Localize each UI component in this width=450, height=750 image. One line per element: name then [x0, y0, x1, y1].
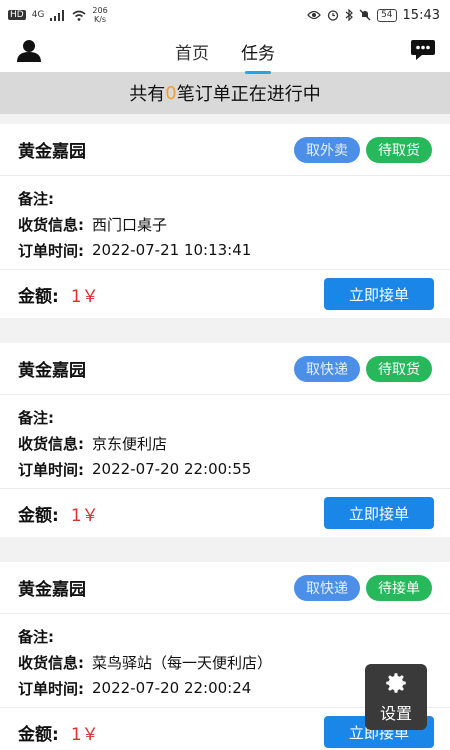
order-card-footer: 金额: 1￥ 立即接单 [0, 270, 450, 318]
order-type-badge: 取快递 [294, 355, 360, 382]
network-speed: 206 K/s [92, 6, 108, 24]
order-status-badge: 待取货 [366, 136, 432, 163]
recipient-label: 收货信息: [18, 215, 84, 234]
banner-prefix: 共有 [129, 84, 166, 105]
eye-icon [307, 10, 321, 20]
spacer [0, 114, 450, 124]
order-time-row: 订单时间: 2022-07-21 10:13:41 [18, 237, 432, 263]
order-type-badge: 取外卖 [294, 136, 360, 163]
chat-icon[interactable] [410, 38, 436, 62]
order-details: 备注: 收货信息: 京东便利店 订单时间: 2022-07-20 22:00:55 [0, 395, 450, 489]
store-name: 黄金嘉园 [18, 361, 86, 381]
note-label: 备注: [18, 408, 54, 427]
alarm-icon [327, 10, 339, 21]
hd-indicator: HD [8, 10, 26, 20]
top-navigation: 首页 任务 [0, 30, 450, 74]
amount-value: 1￥ [70, 505, 99, 526]
order-status-badge: 待接单 [366, 574, 432, 601]
order-time-value: 2022-07-20 22:00:24 [92, 679, 252, 697]
recipient-value: 西门口桌子 [92, 215, 168, 234]
recipient-row: 收货信息: 京东便利店 [18, 430, 432, 456]
order-time-label: 订单时间: [18, 460, 84, 479]
accept-order-button[interactable]: 立即接单 [324, 497, 434, 529]
spacer [0, 537, 450, 562]
tab-tasks[interactable]: 任务 [239, 39, 277, 74]
note-row: 备注: [18, 404, 432, 430]
signal-icon [50, 9, 65, 21]
recipient-value: 菜鸟驿站（每一天便利店） [92, 653, 273, 672]
order-card-header: 黄金嘉园 取快递 待接单 [0, 562, 450, 614]
order-card-footer: 金额: 1￥ 立即接单 [0, 489, 450, 537]
order-card: 黄金嘉园 取快递 待取货 备注: 收货信息: 京东便利店 订单时间: 2022-07… [0, 343, 450, 537]
bluetooth-icon [345, 9, 353, 21]
order-time-value: 2022-07-21 10:13:41 [92, 241, 252, 259]
tab-bar: 首页 任务 [173, 39, 277, 74]
gear-icon [386, 673, 406, 693]
banner-suffix: 笔订单正在进行中 [176, 84, 321, 105]
order-time-label: 订单时间: [18, 241, 84, 260]
recipient-label: 收货信息: [18, 653, 84, 672]
signal-indicator: 4G [31, 10, 45, 20]
order-time-label: 订单时间: [18, 679, 84, 698]
store-name: 黄金嘉园 [18, 580, 86, 600]
note-label: 备注: [18, 627, 54, 646]
amount-value: 1￥ [70, 286, 99, 307]
recipient-value: 京东便利店 [92, 434, 168, 453]
recipient-label: 收货信息: [18, 434, 84, 453]
order-card: 黄金嘉园 取外卖 待取货 备注: 收货信息: 西门口桌子 订单时间: 2022-07… [0, 124, 450, 318]
active-orders-banner: 共有 0 笔订单正在进行中 [0, 72, 450, 114]
amount-label: 金额: [18, 505, 59, 526]
clock: 15:43 [402, 7, 440, 23]
order-details: 备注: 收货信息: 西门口桌子 订单时间: 2022-07-21 10:13:41 [0, 176, 450, 270]
tab-home[interactable]: 首页 [173, 39, 211, 64]
note-row: 备注: [18, 185, 432, 211]
user-icon[interactable] [16, 39, 42, 63]
order-type-badge: 取快递 [294, 574, 360, 601]
status-bar: HD 4G 206 K/s 54 15:43 [0, 0, 450, 30]
settings-button[interactable]: 设置 [365, 664, 427, 730]
order-time-value: 2022-07-20 22:00:55 [92, 460, 252, 478]
settings-label: 设置 [379, 704, 412, 723]
recipient-row: 收货信息: 西门口桌子 [18, 211, 432, 237]
mute-icon [359, 9, 371, 21]
amount-value: 1￥ [70, 724, 99, 745]
accept-order-button[interactable]: 立即接单 [324, 278, 434, 310]
store-name: 黄金嘉园 [18, 142, 86, 162]
order-status-badge: 待取货 [366, 355, 432, 382]
battery-indicator: 54 [377, 8, 397, 22]
amount-label: 金额: [18, 286, 59, 307]
active-order-count: 0 [165, 82, 177, 104]
wifi-icon [72, 10, 86, 21]
note-label: 备注: [18, 189, 54, 208]
order-time-row: 订单时间: 2022-07-20 22:00:55 [18, 456, 432, 482]
note-row: 备注: [18, 623, 432, 649]
amount-label: 金额: [18, 724, 59, 745]
spacer [0, 318, 450, 343]
order-card-header: 黄金嘉园 取快递 待取货 [0, 343, 450, 395]
order-card-header: 黄金嘉园 取外卖 待取货 [0, 124, 450, 176]
